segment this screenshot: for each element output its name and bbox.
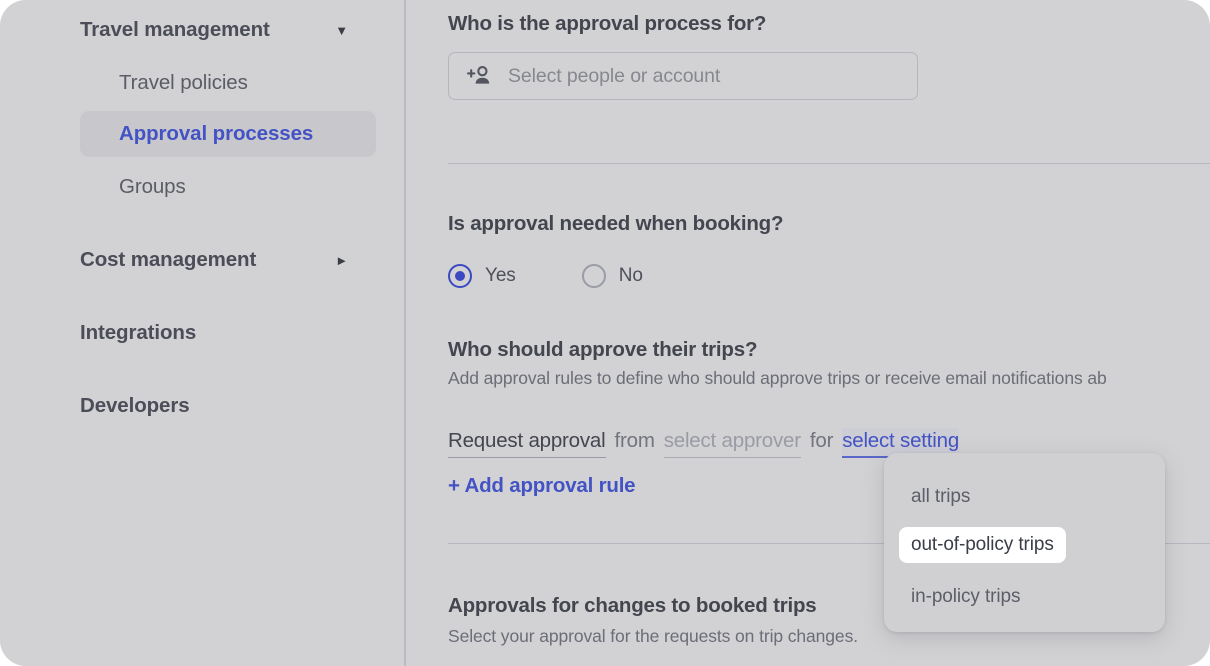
approvers-question-title: Who should approve their trips? bbox=[448, 338, 758, 361]
approval-rule-row: Request approval from select approver fo… bbox=[448, 428, 959, 458]
sidebar-item-developers[interactable]: Developers bbox=[80, 386, 376, 426]
approval-process-form: Who is the approval process for? Select … bbox=[408, 0, 1210, 666]
sidebar-item-label: Travel policies bbox=[119, 71, 248, 94]
dropdown-option-label: out-of-policy trips bbox=[911, 534, 1054, 555]
trip-changes-title: Approvals for changes to booked trips bbox=[448, 594, 817, 617]
setting-options-dropdown: all trips out-of-policy trips in-policy … bbox=[884, 453, 1165, 632]
dropdown-option-all-trips[interactable]: all trips bbox=[899, 479, 982, 515]
sidebar-group-label: Cost management bbox=[80, 248, 257, 271]
sidebar-item-travel-policies[interactable]: Travel policies bbox=[80, 60, 376, 106]
sidebar-item-label: Integrations bbox=[80, 321, 197, 344]
approval-needed-radio-group: Yes No bbox=[448, 264, 643, 288]
person-add-icon bbox=[465, 64, 492, 88]
sidebar-item-integrations[interactable]: Integrations bbox=[80, 313, 376, 353]
dropdown-option-in-policy-trips[interactable]: in-policy trips bbox=[899, 579, 1032, 615]
radio-indicator-no bbox=[581, 264, 606, 288]
rule-connector-for: for bbox=[809, 429, 834, 452]
dropdown-option-label: all trips bbox=[911, 486, 971, 507]
sidebar-item-approval-processes[interactable]: Approval processes bbox=[80, 111, 376, 157]
rule-connector-from: from bbox=[614, 429, 655, 452]
sidebar-item-label: Approval processes bbox=[119, 122, 314, 145]
rule-approver-select[interactable]: select approver bbox=[663, 428, 801, 458]
sidebar-item-label: Groups bbox=[119, 175, 186, 198]
sidebar-group-cost-management[interactable]: Cost management ► bbox=[80, 240, 376, 280]
sidebar-item-groups[interactable]: Groups bbox=[80, 164, 376, 210]
people-select-input[interactable]: Select people or account bbox=[448, 52, 918, 100]
chevron-right-icon: ► bbox=[335, 252, 348, 268]
radio-label-no: No bbox=[618, 265, 643, 286]
sidebar-item-label: Developers bbox=[80, 394, 190, 417]
settings-window: Travel management ▼ Travel policies Appr… bbox=[0, 0, 1210, 666]
trip-changes-description: Select your approval for the requests on… bbox=[448, 626, 858, 646]
settings-sidebar: Travel management ▼ Travel policies Appr… bbox=[0, 0, 406, 666]
dropdown-option-out-of-policy-trips[interactable]: out-of-policy trips bbox=[899, 527, 1066, 563]
audience-question-title: Who is the approval process for? bbox=[448, 12, 767, 35]
radio-label-yes: Yes bbox=[485, 265, 516, 286]
sidebar-group-travel-management[interactable]: Travel management ▼ bbox=[80, 10, 376, 50]
people-select-placeholder: Select people or account bbox=[508, 64, 721, 87]
chevron-down-icon: ▼ bbox=[335, 22, 348, 38]
add-approval-rule-button[interactable]: + Add approval rule bbox=[448, 474, 636, 498]
sidebar-group-label: Travel management bbox=[80, 18, 270, 41]
radio-indicator-yes bbox=[448, 264, 472, 288]
section-divider bbox=[448, 163, 1210, 164]
radio-option-no[interactable]: No bbox=[581, 264, 643, 288]
dropdown-option-label: in-policy trips bbox=[911, 586, 1021, 607]
radio-option-yes[interactable]: Yes bbox=[448, 264, 516, 288]
rule-action-select[interactable]: Request approval bbox=[448, 428, 606, 458]
approvers-question-description: Add approval rules to define who should … bbox=[448, 368, 1107, 388]
approval-needed-question-title: Is approval needed when booking? bbox=[448, 212, 784, 235]
